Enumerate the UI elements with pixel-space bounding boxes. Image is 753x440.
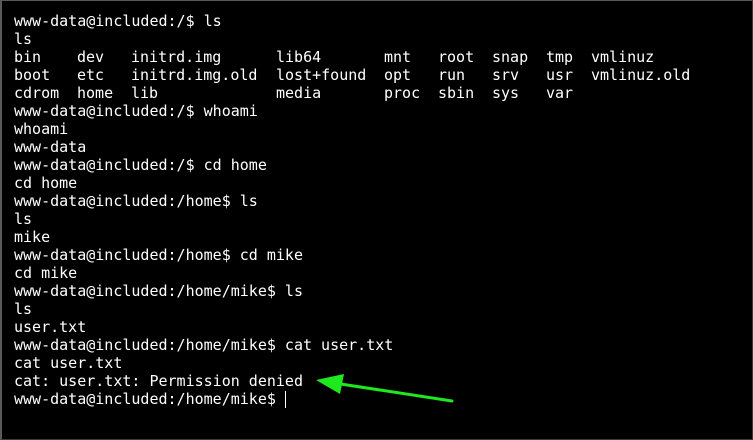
ls-entry: cdrom [14, 84, 60, 102]
ls-entry: vmlinuz.old [591, 66, 691, 84]
command-echo: cd mike [14, 264, 78, 282]
command-line: www-data@included:/$ whoami [14, 102, 258, 120]
terminal-window[interactable]: www-data@included:/$ ls ls bin dev initr… [0, 0, 753, 440]
command-output: user.txt [14, 318, 87, 336]
command-line: www-data@included:/home$ ls [14, 192, 258, 210]
ls-entry: run [438, 66, 466, 84]
ls-entry: lib64 [276, 48, 322, 66]
ls-entry: sys [492, 84, 520, 102]
ls-entry: snap [492, 48, 529, 66]
ls-entry: root [438, 48, 475, 66]
permission-denied-output: cat: user.txt: Permission denied [14, 372, 303, 390]
ls-entry: proc [384, 84, 421, 102]
command-echo: cat user.txt [14, 354, 123, 372]
command-echo: ls [14, 300, 33, 318]
ls-entry: var [546, 84, 574, 102]
command-line: www-data@included:/home$ cd mike [14, 246, 303, 264]
command-output: www-data [14, 138, 87, 156]
command-line: www-data@included:/home/mike$ cat user.t… [14, 336, 394, 354]
current-prompt: www-data@included:/home/mike$ [14, 390, 276, 408]
command-line: www-data@included:/$ ls [14, 12, 222, 30]
ls-output-row: bin dev initrd.img lib64 mnt root snap t… [14, 48, 744, 66]
ls-entry: srv [492, 66, 520, 84]
ls-entry: initrd.img.old [131, 66, 258, 84]
command-line: www-data@included:/$ cd home [14, 156, 267, 174]
command-echo: ls [14, 30, 33, 48]
command-echo: cd home [14, 174, 78, 192]
ls-entry: vmlinuz [591, 48, 655, 66]
ls-entry: opt [384, 66, 412, 84]
command-echo: ls [14, 210, 33, 228]
ls-entry: etc [77, 66, 105, 84]
ls-entry: sbin [438, 84, 475, 102]
ls-entry: home [77, 84, 114, 102]
ls-output-row: boot etc initrd.img.old lost+found opt r… [14, 66, 744, 84]
ls-output-row: cdrom home lib media proc sbin sys var [14, 84, 744, 102]
ls-entry: dev [77, 48, 105, 66]
ls-entry: lost+found [276, 66, 367, 84]
text-cursor [284, 390, 286, 408]
command-output: mike [14, 228, 51, 246]
terminal-screen[interactable]: www-data@included:/$ ls ls bin dev initr… [14, 12, 744, 439]
ls-entry: media [276, 84, 322, 102]
command-line: www-data@included:/home/mike$ ls [14, 282, 303, 300]
ls-entry: boot [14, 66, 51, 84]
ls-entry: tmp [546, 48, 574, 66]
ls-entry: mnt [384, 48, 412, 66]
ls-entry: bin [14, 48, 42, 66]
ls-entry: lib [131, 84, 159, 102]
active-prompt-line[interactable]: www-data@included:/home/mike$ [14, 390, 744, 408]
ls-entry: initrd.img [131, 48, 222, 66]
command-echo: whoami [14, 120, 69, 138]
ls-entry: usr [546, 66, 574, 84]
